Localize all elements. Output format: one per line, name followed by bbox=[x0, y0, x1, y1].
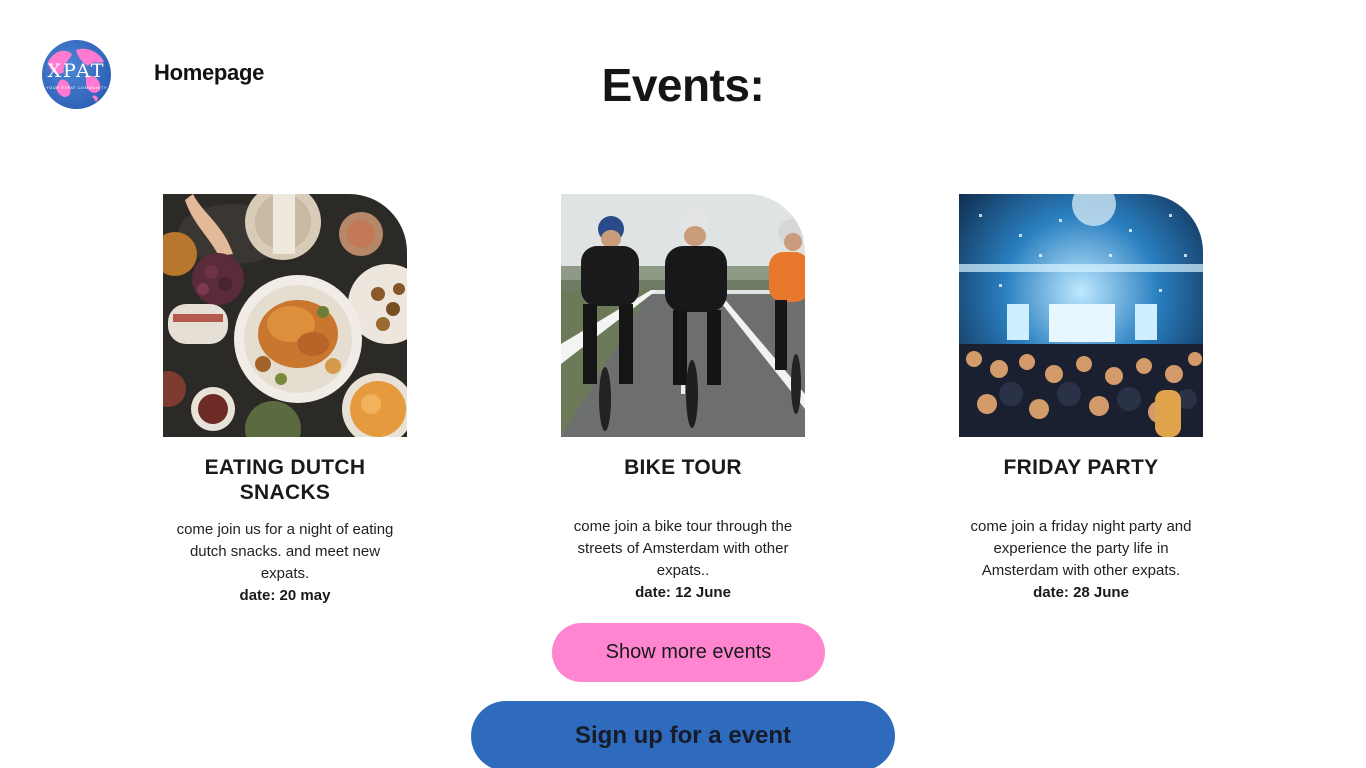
event-card[interactable]: EATING DUTCH SNACKS come join us for a n… bbox=[163, 194, 407, 607]
events-page: XPAT YOUR EXPAT COMMUNITY Homepage Event… bbox=[0, 0, 1366, 768]
page-title: Events: bbox=[601, 59, 765, 111]
event-title: FRIDAY PARTY bbox=[1003, 456, 1159, 479]
food-table-image bbox=[163, 194, 407, 437]
event-date: date: 28 June bbox=[1033, 584, 1129, 601]
event-description: come join a friday night party and exper… bbox=[970, 518, 1192, 579]
show-more-events-button[interactable]: Show more events bbox=[552, 623, 825, 682]
event-description: come join a bike tour through the street… bbox=[573, 518, 793, 579]
event-description: come join us for a night of eating dutch… bbox=[176, 521, 394, 582]
sign-up-event-button[interactable]: Sign up for a event bbox=[471, 701, 895, 768]
event-card[interactable]: BIKE TOUR come join a bike tour through … bbox=[561, 194, 805, 604]
cyclists-image bbox=[561, 194, 805, 437]
event-date: date: 20 may bbox=[239, 587, 331, 604]
event-title: EATING DUTCH SNACKS bbox=[204, 456, 366, 504]
event-title: BIKE TOUR bbox=[624, 456, 742, 479]
event-date: date: 12 June bbox=[635, 584, 731, 601]
event-card[interactable]: FRIDAY PARTY come join a friday night pa… bbox=[959, 194, 1203, 604]
party-crowd-image bbox=[959, 194, 1203, 437]
